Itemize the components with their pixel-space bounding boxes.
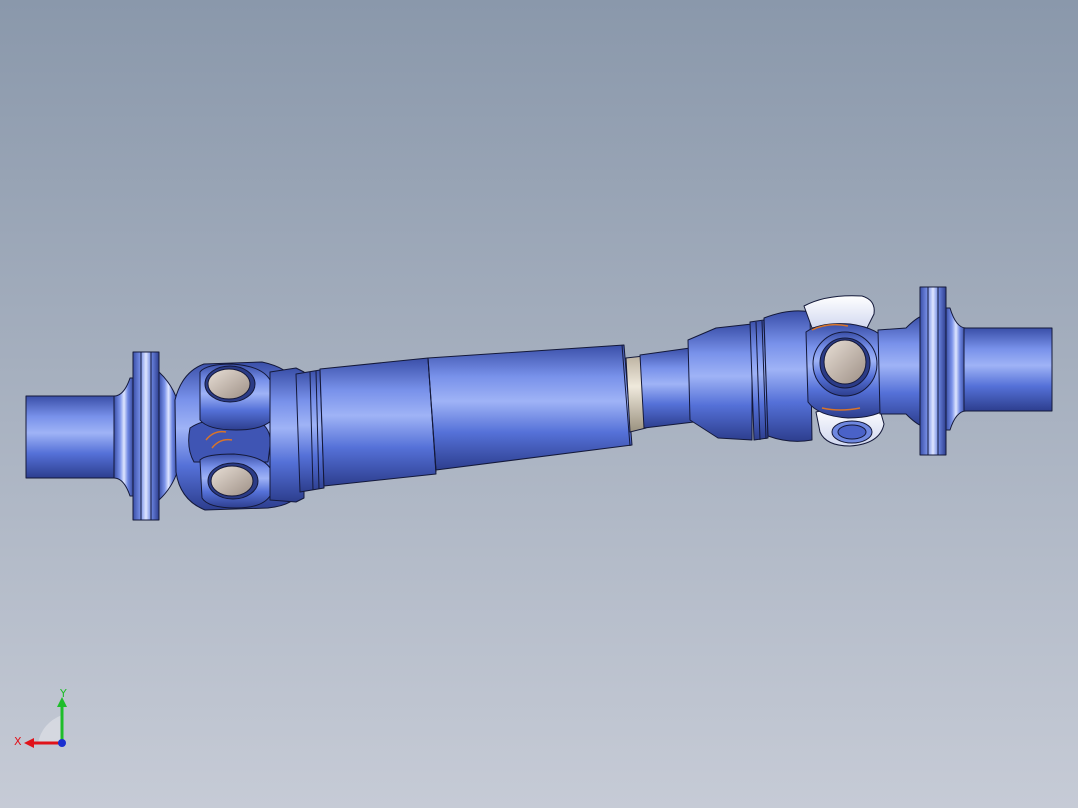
left-upper-bearing-cap xyxy=(207,368,251,400)
z-axis-dot xyxy=(58,739,66,747)
right-bearing-cap xyxy=(823,339,867,385)
right-stub-shaft xyxy=(963,327,1053,412)
inner-slip-shaft xyxy=(639,347,695,429)
right-slip-yoke xyxy=(687,323,753,441)
left-neck xyxy=(113,377,135,497)
left-stub-shaft xyxy=(25,395,115,479)
triad-graphic: Y X xyxy=(14,687,67,748)
right-joint-collar xyxy=(763,310,813,442)
left-lower-bearing-cap xyxy=(210,465,254,497)
y-axis-label: Y xyxy=(59,687,67,700)
triad-plane-shade xyxy=(38,715,62,743)
model-canvas[interactable] xyxy=(0,0,1078,808)
right-hub xyxy=(877,315,923,427)
right-flange xyxy=(919,286,947,456)
cad-3d-viewport[interactable]: Y X xyxy=(0,0,1078,808)
x-axis-arrowhead xyxy=(24,738,34,748)
tube-section-outer xyxy=(319,357,437,487)
coordinate-triad: Y X xyxy=(10,685,80,755)
left-universal-joint[interactable] xyxy=(174,361,305,511)
x-axis-label: X xyxy=(14,735,22,748)
left-flange xyxy=(132,351,160,521)
